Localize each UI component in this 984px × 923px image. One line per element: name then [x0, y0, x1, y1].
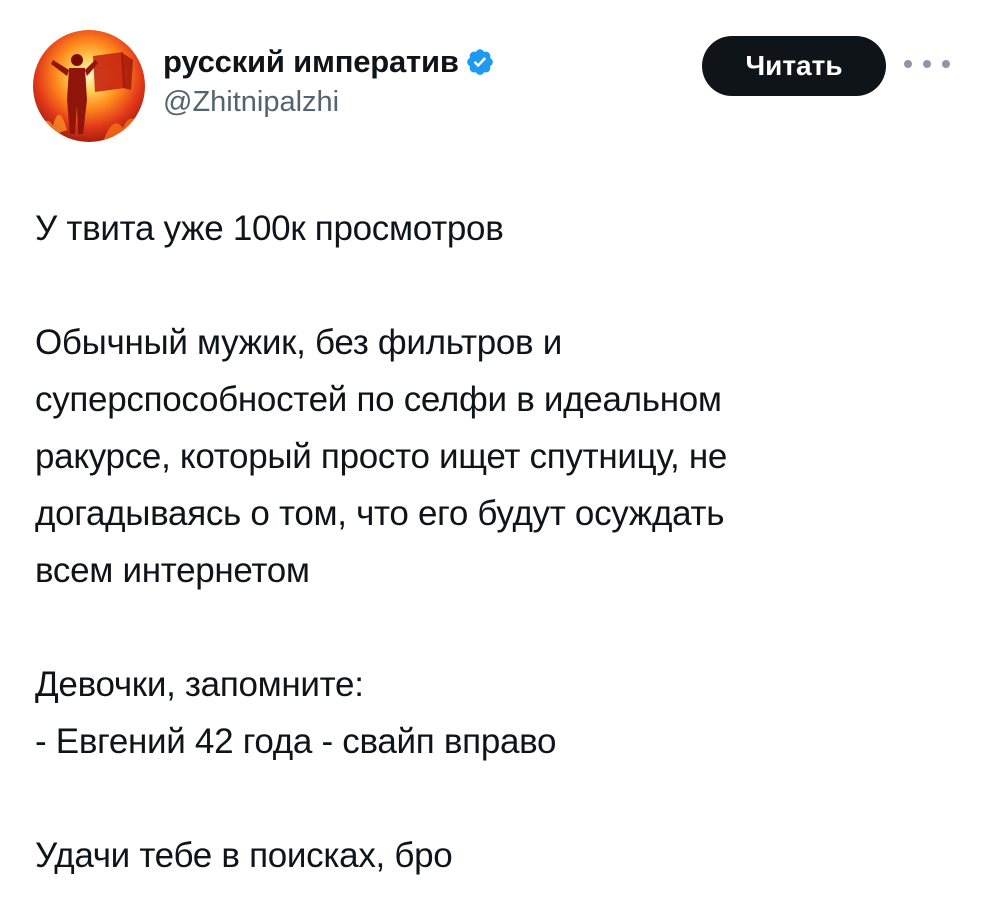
more-dot: [923, 60, 931, 68]
tweet-text: У твита уже 100к просмотров Обычный мужи…: [35, 200, 965, 884]
tweet-line: всем интернетом: [35, 551, 310, 590]
avatar[interactable]: [33, 30, 145, 142]
tweet-line: Обычный мужик, без фильтров и: [35, 323, 563, 362]
avatar-image: [33, 52, 145, 142]
author-handle[interactable]: @Zhitnipalzhi: [163, 86, 339, 119]
verified-badge-icon: [465, 47, 495, 77]
author-display-name[interactable]: русский императив: [163, 44, 459, 80]
tweet-line: догадываясь о том, что его будут осуждат…: [35, 494, 725, 533]
more-options-icon[interactable]: [904, 52, 950, 76]
follow-button[interactable]: Читать: [702, 36, 886, 96]
tweet-line: ракурсе, который просто ищет спутницу, н…: [35, 437, 728, 476]
tweet-header: русский императив @Zhitnipalzhi Читать: [0, 0, 984, 160]
more-dot: [904, 60, 912, 68]
author-name-row: русский императив: [163, 40, 495, 84]
tweet-line: У твита уже 100к просмотров: [35, 209, 504, 248]
tweet-line: Девочки, запомните:: [35, 665, 364, 704]
tweet-line: - Евгений 42 года - свайп вправо: [35, 722, 557, 761]
tweet-line: Удачи тебе в поисках, бро: [35, 836, 453, 875]
tweet-line: суперспособностей по селфи в идеальном: [35, 380, 722, 419]
more-dot: [942, 60, 950, 68]
